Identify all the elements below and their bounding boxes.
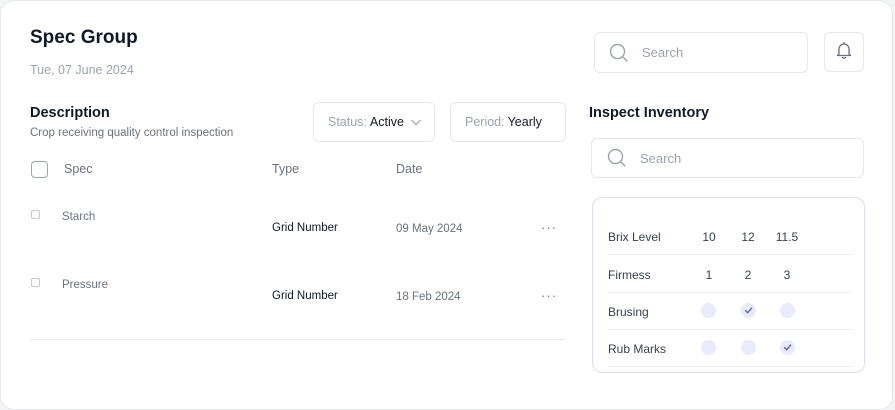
period-filter-label: Period: [465, 115, 505, 129]
inventory-title: Inspect Inventory [589, 105, 710, 121]
bell-icon [835, 41, 853, 64]
period-filter-value: Yearly [507, 115, 542, 129]
row-type: Grid Number [272, 222, 338, 234]
check-dot[interactable] [780, 303, 795, 318]
status-filter[interactable]: Status: Active [313, 102, 435, 142]
header-search-input[interactable] [642, 45, 792, 60]
inventory-row-rub-marks: Rub Marks [608, 330, 853, 367]
check-dot[interactable] [701, 340, 716, 355]
check-dot[interactable] [701, 303, 716, 318]
more-options-icon[interactable]: ··· [541, 220, 557, 235]
column-header-spec: Spec [64, 162, 93, 176]
inventory-row-brix: Brix Level 10 12 11.5 [608, 218, 853, 255]
inventory-row-brusing: Brusing [608, 293, 853, 330]
inventory-value: 3 [783, 268, 791, 282]
check-dot[interactable] [741, 303, 756, 318]
inventory-row-firmess: Firmess 1 2 3 [608, 256, 853, 293]
description-subtitle: Crop receiving quality control inspectio… [30, 127, 234, 139]
table-row[interactable]: Starch Grid Number 09 May 2024 ··· [1, 206, 571, 246]
row-type: Grid Number [272, 290, 338, 302]
table-divider [30, 339, 566, 340]
status-filter-label: Status: [328, 115, 367, 129]
row-date: 09 May 2024 [396, 223, 463, 235]
inventory-panel: Brix Level 10 12 11.5 Firmess 1 2 3 Brus… [592, 197, 865, 373]
inventory-row-label: Brix Level [608, 230, 661, 244]
chevron-down-icon [410, 116, 422, 128]
period-filter[interactable]: Period: Yearly [450, 102, 566, 142]
inventory-value: 2 [744, 268, 752, 282]
table-row[interactable]: Pressure Grid Number 18 Feb 2024 ··· [1, 274, 571, 314]
column-header-type: Type [272, 162, 300, 176]
search-icon [609, 43, 629, 63]
row-spec: Pressure [62, 279, 109, 291]
page-title: Spec Group [30, 27, 138, 48]
row-date: 18 Feb 2024 [396, 291, 461, 303]
header-search[interactable] [594, 32, 808, 73]
inventory-row-label: Rub Marks [608, 342, 667, 356]
inventory-value: 12 [741, 230, 755, 244]
row-checkbox[interactable] [31, 278, 40, 287]
spec-group-card: Spec Group Tue, 07 June 2024 Description… [0, 0, 893, 410]
inventory-value: 1 [705, 268, 713, 282]
check-dot[interactable] [780, 340, 795, 355]
inventory-row-label: Brusing [608, 305, 649, 319]
inventory-search-input[interactable] [640, 150, 790, 166]
row-checkbox[interactable] [31, 210, 40, 219]
select-all-checkbox[interactable] [31, 161, 48, 178]
inventory-row-label: Firmess [608, 268, 651, 282]
more-options-icon[interactable]: ··· [541, 288, 557, 303]
check-icon [783, 344, 792, 351]
check-dot[interactable] [741, 340, 756, 355]
row-spec: Starch [62, 211, 96, 223]
check-icon [744, 307, 753, 314]
column-header-date: Date [396, 162, 423, 176]
description-title: Description [30, 105, 110, 121]
page-date: Tue, 07 June 2024 [30, 63, 134, 77]
search-icon [607, 148, 627, 168]
inventory-search[interactable] [591, 138, 864, 178]
inventory-value: 10 [702, 230, 716, 244]
notifications-button[interactable] [824, 32, 864, 72]
status-filter-value: Active [369, 115, 404, 129]
table-header: Spec Type Date [1, 161, 571, 181]
inventory-value: 11.5 [775, 230, 799, 244]
